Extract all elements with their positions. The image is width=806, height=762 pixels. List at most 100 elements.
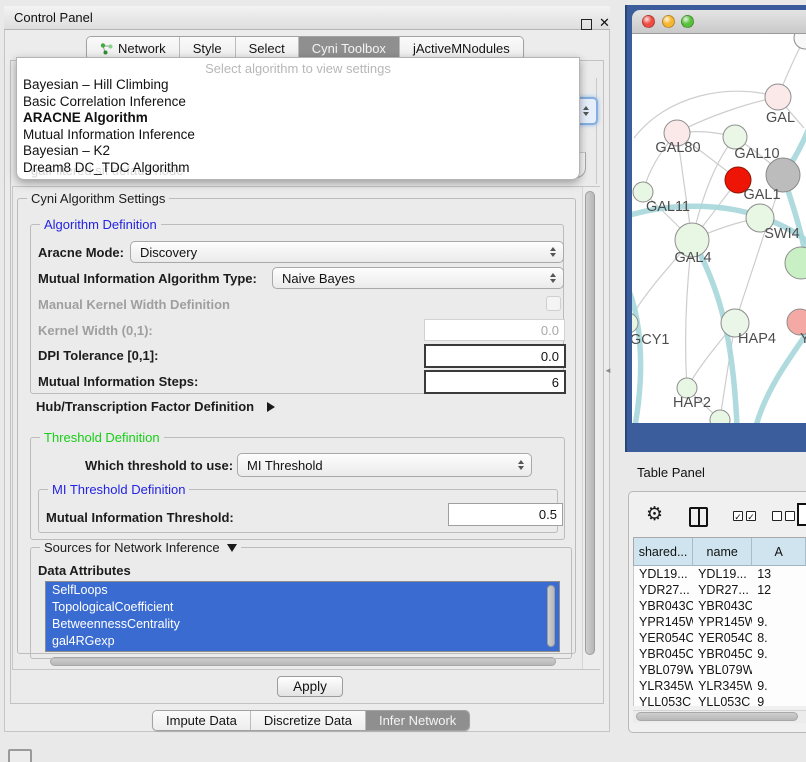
table-row[interactable]: YBR045CYBR045C9.: [634, 646, 806, 662]
zoom-traffic-light-icon[interactable]: [681, 15, 694, 28]
table-cell: YBR045C: [634, 646, 693, 662]
table-cell: YBR043C: [634, 598, 693, 614]
screen: Control Panel ✕ Network Style Select Cyni T…: [0, 0, 806, 762]
tab-label: Cyni Toolbox: [312, 41, 386, 56]
table-row[interactable]: YDL19...YDL19...13: [634, 566, 806, 582]
select-all-columns-icon[interactable]: ✓✓: [733, 511, 756, 521]
network-window-titlebar[interactable]: [632, 10, 806, 34]
settings-vertical-scrollbar-thumb[interactable]: [585, 191, 595, 655]
data-attribute-item[interactable]: gal4RGexp: [46, 633, 559, 650]
table-cell: YPR145W: [634, 614, 693, 630]
dpi-tolerance-field[interactable]: 0.0: [424, 344, 566, 368]
table-cell: YLL053C: [693, 694, 752, 706]
table-horizontal-scrollbar-thumb[interactable]: [636, 712, 798, 721]
mi-steps-field[interactable]: 6: [424, 370, 566, 394]
bottom-tabs: Impute DataDiscretize DataInfer Network: [152, 710, 470, 731]
bottom-tab-discretize-data[interactable]: Discretize Data: [250, 711, 365, 730]
apply-button-label: Apply: [293, 679, 327, 694]
mi-threshold-field[interactable]: 0.5: [448, 503, 563, 526]
table-row[interactable]: YBL079WYBL079W: [634, 662, 806, 678]
data-attributes-list[interactable]: SelfLoopsTopologicalCoefficientBetweenne…: [45, 581, 560, 652]
table-cell: YLR345W: [693, 678, 752, 694]
algorithm-item[interactable]: Dream8 DC_TDC Algorithm: [23, 160, 573, 177]
network-canvas-svg: GALGAL80GAL10GAL1GAL11SWI4GAL4GCY1HAP4YH…: [632, 34, 806, 423]
bottom-tab-impute-data[interactable]: Impute Data: [153, 711, 250, 730]
network-canvas[interactable]: GALGAL80GAL10GAL1GAL11SWI4GAL4GCY1HAP4YH…: [632, 34, 806, 423]
network-node-label: GAL4: [674, 250, 711, 266]
attributes-scrollbar-thumb[interactable]: [547, 585, 555, 647]
network-node[interactable]: [794, 34, 806, 49]
splitter-handle-icon[interactable]: ◄: [604, 366, 611, 375]
bottom-tab-infer-network[interactable]: Infer Network: [365, 711, 469, 730]
table-cell: YPR145W: [693, 614, 752, 630]
stepper-icon: [550, 247, 556, 257]
table-row[interactable]: YPR145WYPR145W9.: [634, 614, 806, 630]
data-attribute-item[interactable]: BetweennessCentrality: [46, 616, 559, 633]
deselect-all-columns-icon[interactable]: [772, 511, 795, 521]
data-attribute-item[interactable]: SelfLoops: [46, 582, 559, 599]
network-node[interactable]: [765, 84, 791, 110]
tab-cyni-toolbox[interactable]: Cyni Toolbox: [298, 37, 399, 59]
table-column-header[interactable]: shared...: [634, 538, 693, 566]
apply-button[interactable]: Apply: [277, 676, 343, 697]
mi-algorithm-type-label: Mutual Information Algorithm Type:: [38, 271, 257, 286]
table-row[interactable]: YER054CYER054C8.: [634, 630, 806, 646]
table-column-header[interactable]: A: [752, 538, 806, 566]
table-column-header[interactable]: name: [693, 538, 752, 566]
network-node-label: HAP4: [738, 331, 776, 347]
which-threshold-value: MI Threshold: [247, 458, 323, 473]
group-border-fragment: [596, 78, 597, 184]
algorithm-item[interactable]: Mutual Information Inference: [23, 127, 573, 144]
algorithm-item[interactable]: Bayesian – K2: [23, 143, 573, 160]
control-panel-titlebar[interactable]: Control Panel ✕: [4, 6, 610, 30]
expander-right-icon: [267, 402, 275, 412]
table-cell: 12: [752, 582, 806, 598]
algorithm-item[interactable]: ARACNE Algorithm: [23, 110, 573, 127]
mi-algorithm-type-combo[interactable]: Naive Bayes: [272, 267, 564, 289]
table-row[interactable]: YLR345WYLR345W9.: [634, 678, 806, 694]
network-edge[interactable]: [634, 91, 778, 138]
gear-icon[interactable]: ⚙: [646, 503, 663, 526]
hub-definition-expander[interactable]: Hub/Transcription Factor Definition: [36, 398, 275, 416]
minimized-panel-icon[interactable]: [8, 749, 32, 762]
aracne-mode-combo[interactable]: Discovery: [130, 241, 564, 263]
close-traffic-light-icon[interactable]: [642, 15, 655, 28]
algorithm-dropdown[interactable]: Select algorithm to view settings galFil…: [16, 57, 580, 180]
table-cell: 8.: [752, 630, 806, 646]
tab-select[interactable]: Select: [235, 37, 298, 59]
minimize-traffic-light-icon[interactable]: [662, 15, 675, 28]
kernel-width-value: 0.0: [541, 323, 559, 338]
network-node-label: GAL10: [734, 146, 779, 162]
tab-style[interactable]: Style: [179, 37, 235, 59]
network-node-label: GAL11: [646, 199, 690, 215]
sources-group-title-row[interactable]: Sources for Network Inference: [40, 540, 241, 555]
float-window-icon[interactable]: [581, 19, 592, 30]
tab-jactivemnodules[interactable]: jActiveMNodules: [399, 37, 523, 59]
algorithm-item[interactable]: Basic Correlation Inference: [23, 94, 573, 111]
close-icon[interactable]: ✕: [599, 15, 610, 31]
table-row[interactable]: YDR27...YDR27...12: [634, 582, 806, 598]
table-cell: 9: [752, 694, 806, 706]
manual-kernel-width-checkbox[interactable]: [546, 296, 561, 311]
tab-label: Style: [193, 41, 222, 56]
stepper-icon: [550, 273, 556, 283]
table-row[interactable]: YBR043CYBR043C: [634, 598, 806, 614]
network-node-label: GAL: [766, 110, 795, 126]
network-node[interactable]: [710, 410, 730, 423]
which-threshold-combo[interactable]: MI Threshold: [237, 453, 532, 477]
columns-icon[interactable]: [689, 507, 708, 527]
algorithm-item[interactable]: Bayesian – Hill Climbing: [23, 77, 573, 94]
kernel-width-field[interactable]: 0.0: [424, 319, 565, 341]
data-attribute-item[interactable]: TopologicalCoefficient: [46, 599, 559, 616]
export-table-icon[interactable]: [797, 503, 806, 526]
cyni-algorithm-settings-title: Cyni Algorithm Settings: [27, 191, 169, 206]
hub-definition-label: Hub/Transcription Factor Definition: [36, 399, 254, 414]
network-node[interactable]: [785, 247, 806, 279]
tab-network[interactable]: Network: [87, 37, 179, 59]
table-row[interactable]: YLL053CYLL053C9: [634, 694, 806, 706]
table-cell: 9.: [752, 614, 806, 630]
network-edge-highlighted[interactable]: [632, 280, 641, 423]
sources-group-title: Sources for Network Inference: [44, 540, 220, 555]
table-cell: YDR27...: [634, 582, 693, 598]
table-cell: YLL053C: [634, 694, 693, 706]
